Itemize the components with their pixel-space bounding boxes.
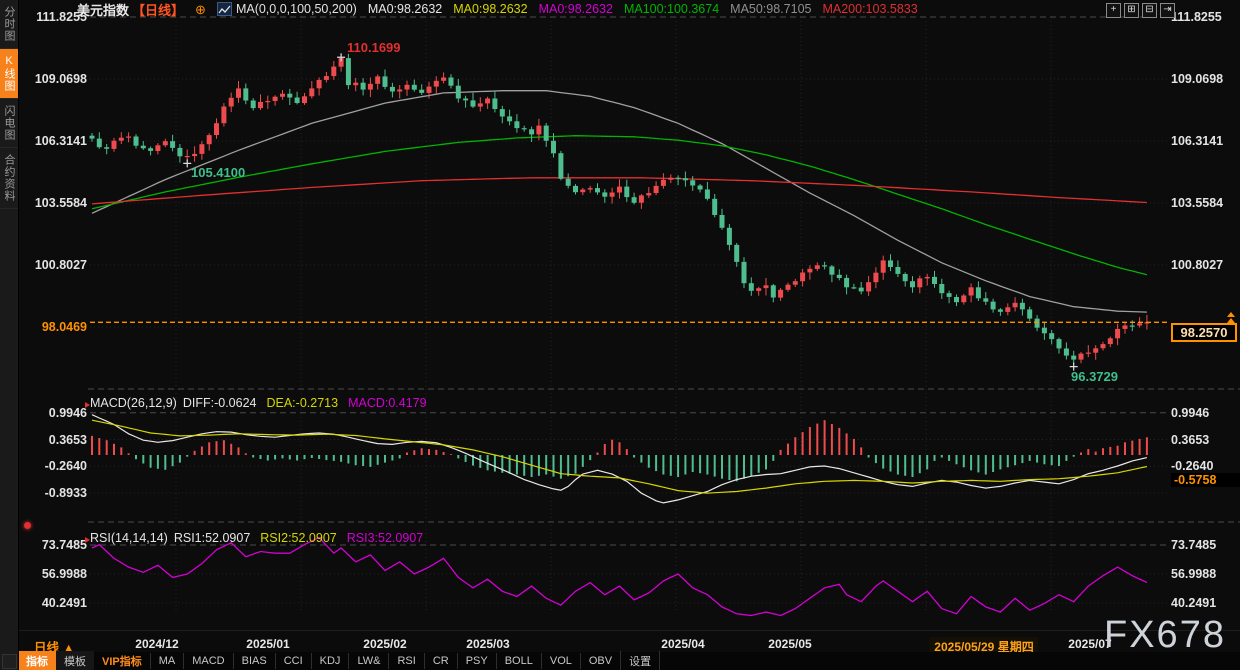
tab-macd[interactable]: MACD — [183, 653, 232, 669]
last-price-tag: 98.2570 — [1171, 323, 1237, 342]
macd-header: MACD(26,12,9) DIFF:-0.0624 DEA:-0.2713 M… — [90, 396, 427, 410]
chart-header: 美元指数【日线】 ⊕ MA(0,0,0,100,50,200) MA0:98.2… — [77, 1, 918, 17]
axis-label: 56.9988 — [27, 567, 87, 581]
low-price-annotation-left: 105.4100 — [191, 165, 245, 180]
tab-rsi[interactable]: RSI — [388, 653, 423, 669]
month-label: 2025/02 — [363, 637, 406, 651]
month-label: 2024/12 — [135, 637, 178, 651]
tab-vol[interactable]: VOL — [541, 653, 580, 669]
axis-label: 0.3653 — [27, 433, 87, 447]
ma-value-5: MA200:103.5833 — [822, 2, 917, 16]
pan-tool-icon[interactable]: + — [1106, 3, 1121, 18]
month-label: 2025/04 — [661, 637, 704, 651]
time-axis: 日线 ▲ 2024/122025/012025/022025/032025/04… — [18, 630, 1240, 653]
watermark: FX678 — [1104, 614, 1226, 657]
axis-label: 73.7485 — [1171, 538, 1237, 552]
month-label: 2025/03 — [466, 637, 509, 651]
ma-value-2: MA0:98.2632 — [539, 2, 613, 16]
rsi-title: RSI(14,14,14) — [90, 531, 168, 545]
macd-macd-value: MACD:0.4179 — [348, 396, 427, 410]
rsi1-value: RSI1:52.0907 — [174, 531, 250, 545]
tab-boll[interactable]: BOLL — [496, 653, 541, 669]
axis-label: -0.2640 — [27, 459, 87, 473]
trading-terminal: 分时图K线图闪电图合约资料 美元指数【日线】 ⊕ MA(0,0,0,100,50… — [0, 0, 1240, 670]
axis-label: 109.0698 — [27, 72, 87, 86]
tab-lwr[interactable]: LW& — [348, 653, 388, 669]
sidebar-tab-flash-chart[interactable]: 闪电图 — [0, 99, 18, 148]
tab-indicator[interactable]: 指标 — [18, 651, 56, 670]
symbol-name: 美元指数 — [77, 0, 129, 19]
axis-label: 100.8027 — [27, 258, 87, 272]
tab-psy[interactable]: PSY — [457, 653, 496, 669]
axis-label: 106.3141 — [1171, 134, 1237, 148]
chart-toolbar: +⊞⊟⇥ — [1106, 3, 1175, 18]
rsi3-value: RSI3:52.0907 — [347, 531, 423, 545]
ma-value-4: MA50:98.7105 — [730, 2, 811, 16]
tab-obv[interactable]: OBV — [580, 653, 620, 669]
axis-label: 0.9946 — [27, 406, 87, 420]
chart-type-sidebar: 分时图K线图闪电图合约资料 — [0, 0, 19, 670]
axis-label: 103.5584 — [27, 196, 87, 210]
tab-bias[interactable]: BIAS — [233, 653, 275, 669]
low-price-annotation-right: 96.3729 — [1071, 369, 1118, 384]
axis-label: 106.3141 — [27, 134, 87, 148]
month-label: 2025/05 — [768, 637, 811, 651]
tab-vip-indicator[interactable]: VIP指标 — [94, 651, 150, 670]
tab-cr[interactable]: CR — [424, 653, 457, 669]
ma-values: MA0:98.2632 MA0:98.2632 MA0:98.2632 MA100:1… — [368, 2, 918, 16]
month-label: 2025/01 — [246, 637, 289, 651]
axis-label: 109.0698 — [1171, 72, 1237, 86]
sidebar-tab-contract-info[interactable]: 合约资料 — [0, 148, 18, 209]
axis-label: 0.9946 — [1171, 406, 1237, 420]
axis-label: 40.2491 — [1171, 596, 1237, 610]
sidebar-tab-time-share-chart[interactable]: 分时图 — [0, 0, 18, 49]
axis-label: 56.9988 — [1171, 567, 1237, 581]
axis-label: 40.2491 — [27, 596, 87, 610]
ma-settings-label: MA(0,0,0,100,50,200) — [236, 2, 357, 16]
chart-canvas[interactable] — [0, 0, 1240, 670]
rsi2-value: RSI2:52.0907 — [260, 531, 336, 545]
rsi-header: RSI(14,14,14) RSI1:52.0907 RSI2:52.0907 … — [90, 531, 423, 545]
scale-pane-up-icon[interactable]: ⊞ — [1124, 3, 1139, 18]
collapse-axis-icon[interactable]: ⇥ — [1160, 3, 1175, 18]
indicator-tab-bar: 指标模板VIP指标MAMACDBIASCCIKDJLW&RSICRPSYBOLL… — [18, 652, 1240, 670]
axis-label: -0.8933 — [27, 486, 87, 500]
macd-dea-value: DEA:-0.2713 — [266, 396, 338, 410]
high-price-annotation: 110.1699 — [347, 40, 401, 55]
axis-label: 98.0469 — [27, 320, 87, 334]
axis-label: 100.8027 — [1171, 258, 1237, 272]
tab-ma[interactable]: MA — [150, 653, 184, 669]
axis-label: 111.8255 — [1171, 10, 1237, 24]
axis-label: 0.3653 — [1171, 433, 1237, 447]
axis-label: 73.7485 — [27, 538, 87, 552]
ma-value-1: MA0:98.2632 — [453, 2, 527, 16]
period-tag: 【日线】 — [132, 0, 184, 19]
axis-label: -0.2640 — [1171, 459, 1237, 473]
price-up-arrows-icon — [1227, 312, 1235, 324]
sidebar-tab-kline-chart[interactable]: K线图 — [0, 49, 18, 99]
add-compare-icon[interactable]: ⊕ — [195, 3, 206, 16]
tab-cci[interactable]: CCI — [275, 653, 311, 669]
tab-template[interactable]: 模板 — [56, 651, 94, 670]
scale-pane-down-icon[interactable]: ⊟ — [1142, 3, 1157, 18]
axis-label: 103.5584 — [1171, 196, 1237, 210]
macd-title: MACD(26,12,9) — [90, 396, 177, 410]
panel-toggle-icon[interactable] — [2, 654, 17, 669]
ma-value-0: MA0:98.2632 — [368, 2, 442, 16]
alert-dot-icon — [24, 522, 31, 529]
ma-value-3: MA100:100.3674 — [624, 2, 719, 16]
macd-diff-value: DIFF:-0.0624 — [183, 396, 257, 410]
tab-settings[interactable]: 设置 — [620, 651, 660, 670]
axis-label: -0.5758 — [1171, 473, 1240, 487]
tab-kdj[interactable]: KDJ — [311, 653, 349, 669]
ma-indicator-icon — [217, 2, 232, 16]
